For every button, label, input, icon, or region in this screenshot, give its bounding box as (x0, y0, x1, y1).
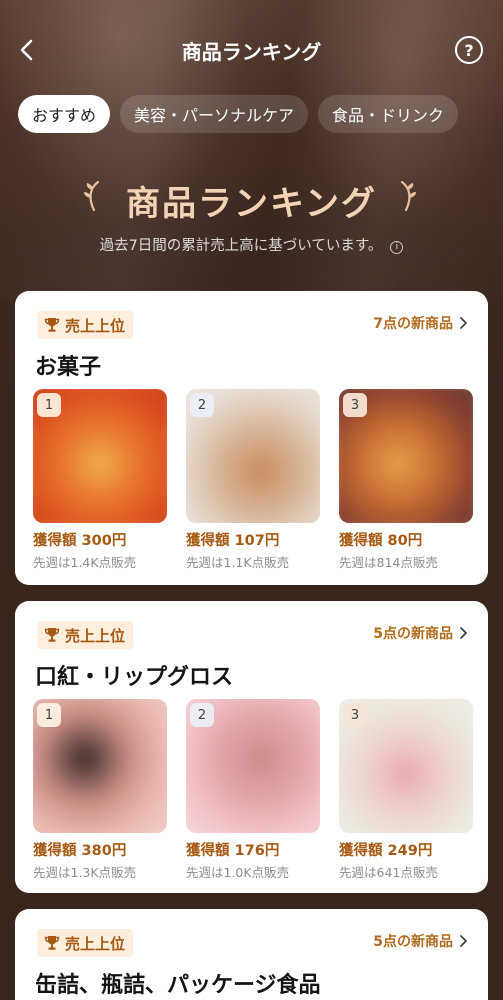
product-list: 1 獲得額 380円 先週は1.3K点販売 2 獲得額 176円 先週は1.0K… (33, 699, 473, 881)
hero-subtitle-text: 過去7日間の累計売上高に基づいています。 (99, 238, 383, 254)
chevron-right-icon (460, 627, 467, 639)
tab-food-drink[interactable]: 食品・ドリンク (318, 95, 459, 133)
badge-label: 売上上位 (65, 934, 126, 953)
earned-amount: 獲得額 300円 (33, 533, 127, 549)
sold-count: 先週は641点販売 (339, 865, 438, 880)
product-image[interactable]: 1 (33, 699, 167, 833)
trophy-icon (44, 936, 60, 950)
product-list: 1 獲得額 300円 先週は1.4K点販売 2 獲得額 107円 先週は1.1K… (33, 389, 473, 571)
earned-amount: 獲得額 107円 (186, 533, 280, 549)
rank-badge: 1 (37, 703, 61, 727)
ranking-card-lipstick: 売上上位 5点の新商品 口紅・リップグロス 1 獲得額 380円 先週は1.3K… (15, 601, 488, 893)
chevron-right-icon (460, 935, 467, 947)
top-sales-badge: 売上上位 (37, 929, 134, 957)
help-button[interactable]: ? (455, 36, 483, 64)
sold-count: 先週は1.4K点販売 (33, 555, 137, 570)
trophy-icon (44, 318, 60, 332)
trophy-icon (44, 628, 60, 642)
product-item[interactable]: 3 獲得額 80円 先週は814点販売 (339, 389, 473, 571)
earned-amount: 獲得額 176円 (186, 843, 280, 859)
ranking-card-packaged-food: 売上上位 5点の新商品 缶詰、瓶詰、パッケージ食品 (15, 909, 488, 1000)
rank-badge: 2 (190, 393, 214, 417)
question-icon: ? (464, 40, 474, 60)
badge-label: 売上上位 (65, 316, 126, 335)
top-sales-badge: 売上上位 (37, 621, 134, 649)
product-item[interactable]: 1 獲得額 380円 先週は1.3K点販売 (33, 699, 167, 881)
ranking-card-snacks: 売上上位 7点の新商品 お菓子 1 獲得額 300円 先週は1.4K点販売 2 … (15, 291, 488, 585)
sold-count: 先週は1.1K点販売 (186, 555, 290, 570)
product-image[interactable]: 2 (186, 389, 320, 523)
category-tabs: おすすめ 美容・パーソナルケア 食品・ドリンク (18, 95, 459, 133)
new-products-label: 5点の新商品 (373, 934, 453, 950)
earned-amount: 獲得額 380円 (33, 843, 127, 859)
product-item[interactable]: 1 獲得額 300円 先週は1.4K点販売 (33, 389, 167, 571)
top-sales-badge: 売上上位 (37, 311, 134, 339)
rank-badge: 3 (343, 393, 367, 417)
page-title: 商品ランキング (181, 40, 322, 64)
product-image[interactable]: 2 (186, 699, 320, 833)
info-icon[interactable]: i (390, 241, 404, 254)
sold-count: 先週は1.3K点販売 (33, 865, 137, 880)
product-item[interactable]: 2 獲得額 176円 先週は1.0K点販売 (186, 699, 320, 881)
new-products-link[interactable]: 5点の新商品 (373, 623, 468, 643)
hero-title: 商品ランキング (126, 184, 377, 224)
tab-recommended[interactable]: おすすめ (18, 95, 111, 133)
rank-badge: 1 (37, 393, 61, 417)
sold-count: 先週は1.0K点販売 (186, 865, 290, 880)
product-image[interactable]: 3 (339, 389, 473, 523)
rank-badge: 2 (190, 703, 214, 727)
earned-amount: 獲得額 249円 (339, 843, 433, 859)
product-item[interactable]: 2 獲得額 107円 先週は1.1K点販売 (186, 389, 320, 571)
chevron-right-icon (460, 317, 467, 329)
tab-beauty-personal-care[interactable]: 美容・パーソナルケア (120, 95, 309, 133)
product-image[interactable]: 3 (339, 699, 473, 833)
new-products-link[interactable]: 5点の新商品 (373, 931, 468, 951)
laurel-right-icon (400, 180, 416, 212)
sold-count: 先週は814点販売 (339, 555, 438, 570)
category-title: お菓子 (35, 355, 102, 380)
product-item[interactable]: 3 獲得額 249円 先週は641点販売 (339, 699, 473, 881)
rank-badge: 3 (343, 703, 367, 727)
badge-label: 売上上位 (65, 626, 126, 645)
category-title: 口紅・リップグロス (35, 665, 234, 690)
new-products-link[interactable]: 7点の新商品 (373, 313, 468, 333)
new-products-label: 7点の新商品 (373, 316, 453, 332)
new-products-label: 5点の新商品 (373, 626, 453, 642)
header: 商品ランキング ? (0, 0, 503, 96)
hero-subtitle: 過去7日間の累計売上高に基づいています。 i (0, 234, 503, 255)
category-title: 缶詰、瓶詰、パッケージ食品 (35, 973, 321, 998)
product-image[interactable]: 1 (33, 389, 167, 523)
earned-amount: 獲得額 80円 (339, 533, 423, 549)
